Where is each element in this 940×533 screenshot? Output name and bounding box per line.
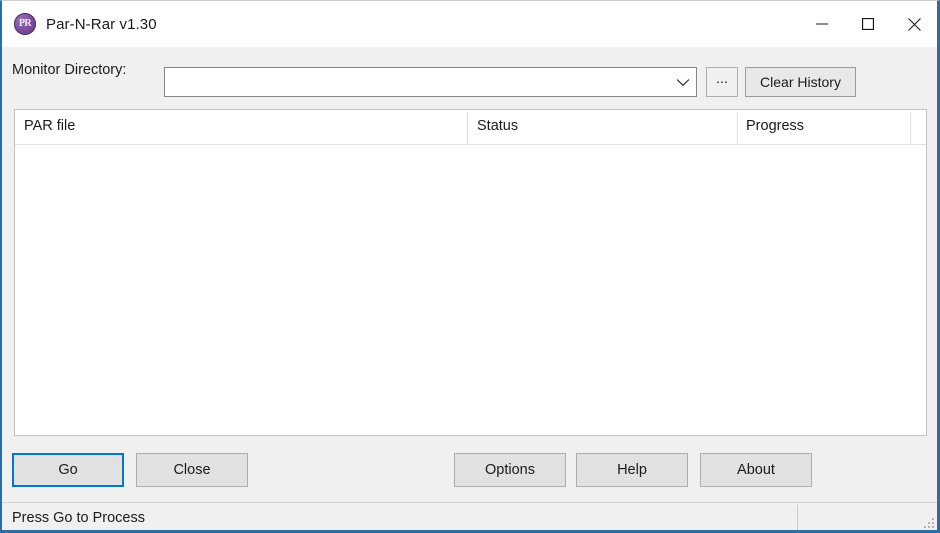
options-button[interactable]: Options [454, 453, 566, 487]
column-header-progress[interactable]: Progress [746, 118, 804, 134]
status-message: Press Go to Process [12, 510, 145, 526]
maximize-button[interactable] [845, 1, 891, 47]
column-separator-1[interactable] [467, 112, 468, 144]
maximize-icon [862, 18, 874, 30]
column-header-par-file[interactable]: PAR file [24, 118, 75, 134]
minimize-icon [816, 23, 828, 25]
monitor-directory-row: Monitor Directory: ... Clear History [2, 48, 937, 104]
app-icon-letters: PR [18, 18, 32, 29]
column-separator-3[interactable] [910, 112, 911, 144]
window-title: Par-N-Rar v1.30 [46, 15, 157, 33]
clear-history-button[interactable]: Clear History [745, 67, 856, 97]
chevron-down-icon [676, 78, 690, 86]
status-bar-separator [797, 505, 798, 530]
go-button[interactable]: Go [12, 453, 124, 487]
button-bar: Go Close Options Help About PayPal DONAT… [2, 444, 937, 502]
about-button[interactable]: About [700, 453, 812, 487]
close-button-dialog[interactable]: Close [136, 453, 248, 487]
minimize-button[interactable] [799, 1, 845, 47]
title-bar: PR Par-N-Rar v1.30 [2, 1, 937, 47]
list-header: PAR file Status Progress [15, 110, 926, 145]
list-body[interactable] [15, 145, 926, 435]
monitor-directory-dropdown-button[interactable] [670, 68, 696, 96]
par-file-list[interactable]: PAR file Status Progress [14, 109, 927, 436]
monitor-directory-combobox[interactable] [164, 67, 697, 97]
application-window: PR Par-N-Rar v1.30 Monitor Directory: ..… [0, 0, 940, 533]
monitor-directory-label: Monitor Directory: [12, 62, 127, 78]
par-n-rar-icon: PR [14, 13, 36, 35]
help-button[interactable]: Help [576, 453, 688, 487]
monitor-directory-input[interactable] [169, 68, 670, 96]
window-controls [799, 1, 937, 47]
column-header-status[interactable]: Status [477, 118, 518, 134]
close-icon [907, 17, 921, 31]
status-bar: Press Go to Process [2, 502, 937, 530]
resize-grip-icon[interactable] [920, 514, 934, 528]
column-separator-2[interactable] [737, 112, 738, 144]
browse-directory-button[interactable]: ... [706, 67, 738, 97]
close-button[interactable] [891, 1, 937, 47]
